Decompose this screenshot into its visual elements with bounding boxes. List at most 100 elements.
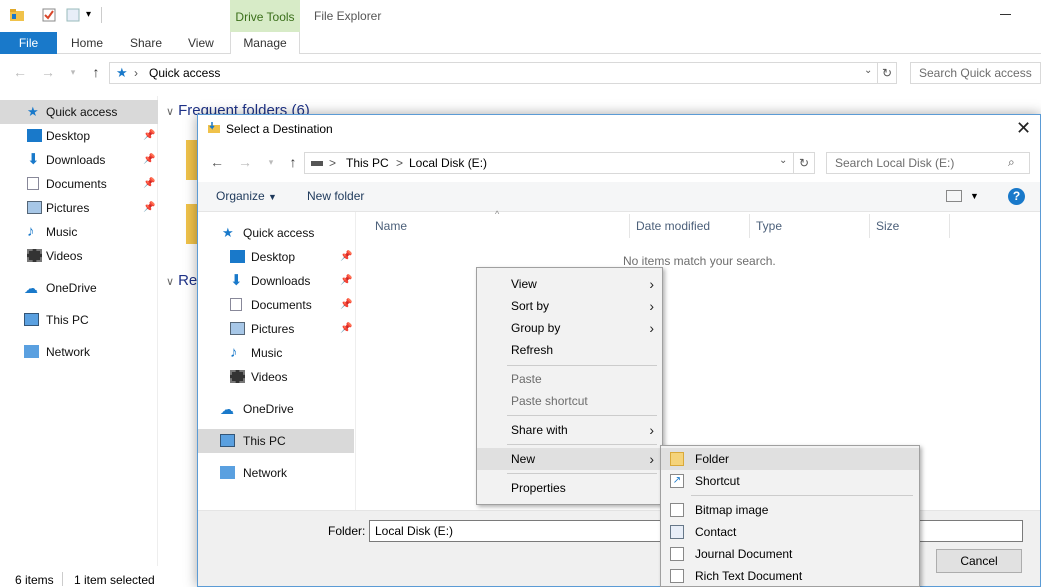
journal-document-icon xyxy=(670,547,684,561)
dialog-nav-documents[interactable]: Documents 📌 xyxy=(198,293,354,317)
column-name[interactable]: Name xyxy=(369,214,630,238)
menu-separator xyxy=(507,365,657,366)
refresh-icon[interactable]: ↻ xyxy=(877,62,897,84)
sidebar-item-network[interactable]: Network xyxy=(0,340,158,364)
computer-icon xyxy=(220,434,235,447)
new-folder-button[interactable]: New folder xyxy=(307,189,364,203)
help-icon[interactable]: ? xyxy=(1008,188,1025,205)
menu-item-refresh[interactable]: Refresh xyxy=(477,339,662,361)
menu-item-properties[interactable]: Properties xyxy=(477,477,662,499)
back-arrow-icon[interactable]: ← xyxy=(207,152,227,172)
column-type[interactable]: Type xyxy=(750,214,870,238)
view-details-icon[interactable] xyxy=(946,190,962,202)
menu-item-share-with[interactable]: Share with › xyxy=(477,419,662,441)
menu-item-sort-by[interactable]: Sort by › xyxy=(477,295,662,317)
submenu-item-contact[interactable]: Contact xyxy=(661,521,919,543)
customize-qat-icon[interactable]: ▾ xyxy=(86,9,91,20)
organize-label: Organize xyxy=(216,189,265,203)
menu-label: Properties xyxy=(511,481,566,495)
folder-label: Folder: xyxy=(328,524,366,538)
menu-label: Paste shortcut xyxy=(511,394,588,408)
sidebar-item-music[interactable]: ♪ Music xyxy=(0,220,158,244)
sidebar-item-onedrive[interactable]: ☁ OneDrive xyxy=(0,276,158,300)
search-input[interactable]: Search Quick access xyxy=(910,62,1041,84)
music-note-icon: ♪ xyxy=(230,344,238,361)
forward-arrow-icon[interactable]: → xyxy=(235,152,255,172)
sidebar-item-documents[interactable]: Documents 📌 xyxy=(0,172,158,196)
breadcrumb-local-disk[interactable]: Local Disk (E:) xyxy=(409,156,487,170)
dialog-search-input[interactable]: Search Local Disk (E:) xyxy=(826,152,1030,174)
pictures-icon xyxy=(27,201,42,214)
view-dropdown-icon[interactable]: ▼ xyxy=(970,191,979,201)
submenu-item-bitmap[interactable]: Bitmap image xyxy=(661,499,919,521)
dialog-nav-quick-access[interactable]: ★ Quick access xyxy=(198,221,354,245)
breadcrumb-separator: › xyxy=(134,66,138,80)
pin-icon: 📌 xyxy=(340,275,353,286)
nav-label: Music xyxy=(251,346,283,360)
nav-label: Pictures xyxy=(251,322,295,336)
dialog-nav-onedrive[interactable]: ☁ OneDrive xyxy=(198,397,354,421)
dialog-address-bar[interactable]: > This PC > Local Disk (E:) ⌄ xyxy=(304,152,815,174)
forward-arrow-icon[interactable]: → xyxy=(38,62,58,82)
address-dropdown-icon[interactable]: ⌄ xyxy=(864,65,872,76)
menu-label: Sort by xyxy=(511,299,550,313)
address-bar[interactable]: ★ › Quick access ⌄ xyxy=(109,62,897,84)
sidebar-item-videos[interactable]: Videos xyxy=(0,244,158,268)
videos-icon xyxy=(230,370,245,383)
sidebar-item-pictures[interactable]: Pictures 📌 xyxy=(0,196,158,220)
dialog-nav-videos[interactable]: Videos xyxy=(198,365,354,389)
pin-icon: 📌 xyxy=(340,299,353,310)
dialog-nav-pictures[interactable]: Pictures 📌 xyxy=(198,317,354,341)
sidebar-item-this-pc[interactable]: This PC xyxy=(0,308,158,332)
submenu-item-folder[interactable]: Folder xyxy=(661,448,919,470)
submenu-item-rtf[interactable]: Rich Text Document xyxy=(661,565,919,587)
chevron-right-icon: › xyxy=(649,451,654,467)
sidebar-item-desktop[interactable]: Desktop 📌 xyxy=(0,124,158,148)
tab-file[interactable]: File xyxy=(0,32,57,54)
pin-icon: 📌 xyxy=(143,154,156,165)
menu-separator xyxy=(507,444,657,445)
address-dropdown-icon[interactable]: ⌄ xyxy=(779,155,787,166)
recent-locations-icon[interactable]: ▾ xyxy=(261,152,281,172)
menu-label: Share with xyxy=(511,423,568,437)
sidebar-item-quick-access[interactable]: ★ Quick access xyxy=(0,100,158,124)
recent-locations-icon[interactable]: ▾ xyxy=(63,62,83,82)
back-arrow-icon[interactable]: ← xyxy=(10,62,30,82)
menu-item-view[interactable]: View › xyxy=(477,273,662,295)
column-date-modified[interactable]: Date modified xyxy=(630,214,750,238)
breadcrumb-quick-access[interactable]: Quick access xyxy=(149,66,220,80)
dialog-nav-this-pc[interactable]: This PC xyxy=(198,429,354,453)
search-icon[interactable]: ⌕ xyxy=(1008,155,1015,170)
submenu-item-journal[interactable]: Journal Document xyxy=(661,543,919,565)
dialog-nav-desktop[interactable]: Desktop 📌 xyxy=(198,245,354,269)
column-size[interactable]: Size xyxy=(870,214,950,238)
submenu-item-shortcut[interactable]: ↗ Shortcut xyxy=(661,470,919,492)
qat-divider xyxy=(101,7,102,23)
pictures-icon xyxy=(230,322,245,335)
tab-view[interactable]: View xyxy=(188,32,214,54)
properties-icon[interactable] xyxy=(42,8,56,22)
sidebar-item-downloads[interactable]: ⬇ Downloads 📌 xyxy=(0,148,158,172)
menu-item-new[interactable]: New › xyxy=(477,448,662,470)
breadcrumb-this-pc[interactable]: This PC xyxy=(346,156,389,170)
recent-files-header[interactable]: ∨ Re xyxy=(166,272,197,289)
close-icon[interactable]: ✕ xyxy=(1016,118,1031,139)
refresh-icon[interactable]: ↻ xyxy=(793,152,815,174)
cloud-icon: ☁ xyxy=(220,401,234,417)
folder-icon[interactable] xyxy=(9,8,24,22)
dialog-nav-downloads[interactable]: ⬇ Downloads 📌 xyxy=(198,269,354,293)
dialog-nav-music[interactable]: ♪ Music xyxy=(198,341,354,365)
tab-manage[interactable]: Manage xyxy=(230,32,300,54)
minimize-icon[interactable] xyxy=(1000,14,1011,15)
cancel-button[interactable]: Cancel xyxy=(936,549,1022,573)
organize-button[interactable]: Organize ▼ xyxy=(216,189,277,203)
new-folder-icon[interactable] xyxy=(66,8,80,22)
up-arrow-icon[interactable]: ↑ xyxy=(86,62,106,82)
dialog-nav-network[interactable]: Network xyxy=(198,461,354,485)
up-arrow-icon[interactable]: ↑ xyxy=(283,152,303,172)
menu-label: Folder xyxy=(695,452,730,466)
tab-home[interactable]: Home xyxy=(71,32,103,54)
status-item-count: 6 items xyxy=(15,573,54,587)
menu-item-group-by[interactable]: Group by › xyxy=(477,317,662,339)
tab-share[interactable]: Share xyxy=(130,32,162,54)
